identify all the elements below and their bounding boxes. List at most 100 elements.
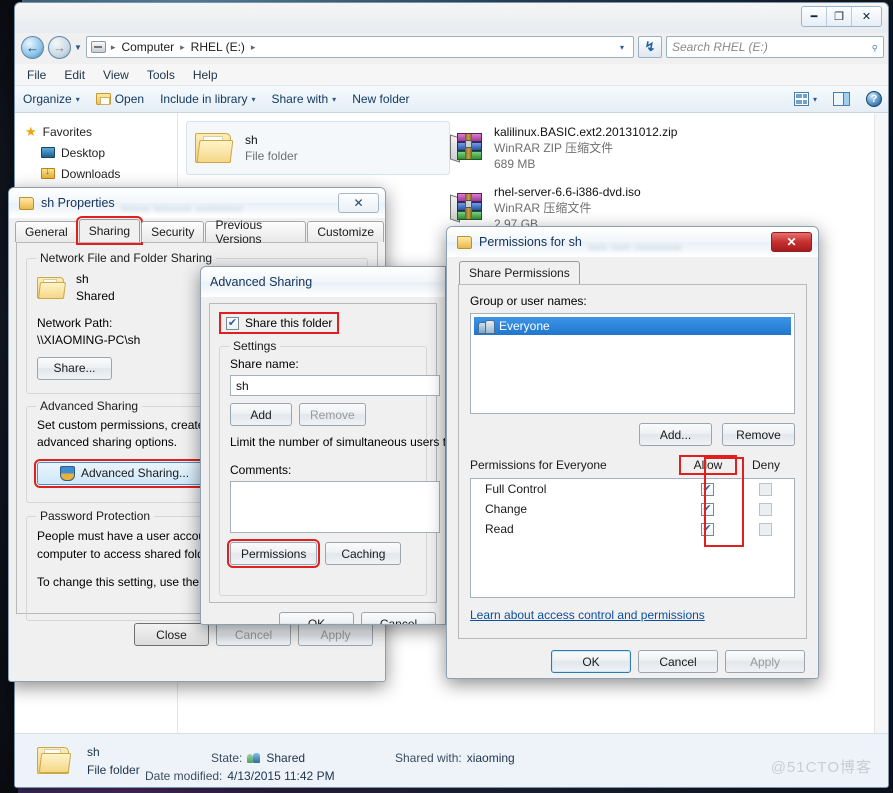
group-or-user-names-list[interactable]: Everyone bbox=[470, 313, 795, 414]
menu-help[interactable]: Help bbox=[193, 68, 218, 82]
minimize-button[interactable]: ━ bbox=[802, 7, 827, 26]
tab-previous-versions[interactable]: Previous Versions bbox=[205, 218, 307, 246]
table-row[interactable]: Read ✔ bbox=[471, 519, 794, 539]
share-name-label: Share name: bbox=[230, 357, 299, 371]
deny-read-checkbox[interactable] bbox=[736, 520, 794, 539]
star-icon: ★ bbox=[25, 123, 37, 139]
file-type: File folder bbox=[245, 149, 298, 163]
checkbox-checked-icon: ✔ bbox=[700, 482, 714, 496]
breadcrumb-rhel-e[interactable]: RHEL (E:) bbox=[188, 39, 248, 55]
help-icon: ? bbox=[866, 91, 882, 107]
tab-general[interactable]: General bbox=[15, 221, 78, 242]
menu-edit[interactable]: Edit bbox=[64, 68, 85, 82]
apply-button[interactable]: Apply bbox=[298, 623, 373, 646]
menu-tools[interactable]: Tools bbox=[147, 68, 175, 82]
folder-icon bbox=[457, 235, 472, 249]
settings-group: Settings Share name: sh Add Remove Limit… bbox=[219, 339, 445, 596]
help-button[interactable]: ? bbox=[866, 91, 882, 107]
menu-view[interactable]: View bbox=[103, 68, 129, 82]
file-name: kalilinux.BASIC.ext2.20131012.zip bbox=[494, 124, 678, 139]
sidebar-item-desktop[interactable]: Desktop bbox=[25, 142, 177, 163]
chevron-down-icon: ▾ bbox=[251, 94, 256, 104]
permissions-list[interactable]: Full Control ✔ Change ✔ Read ✔ bbox=[470, 457, 795, 598]
caching-button[interactable]: Caching bbox=[325, 542, 402, 565]
cancel-button[interactable]: Cancel bbox=[216, 623, 291, 646]
advanced-sharing-footer: OK Cancel bbox=[209, 612, 437, 624]
advanced-sharing-title: Advanced Sharing bbox=[210, 275, 313, 289]
preview-pane-button[interactable] bbox=[833, 92, 850, 106]
search-input[interactable]: Search RHEL (E:) ⌕ bbox=[666, 36, 884, 58]
back-button[interactable]: ← bbox=[21, 35, 44, 59]
change-view-button[interactable]: ▾ bbox=[793, 92, 817, 106]
cancel-button[interactable]: Cancel bbox=[638, 650, 718, 673]
menu-file[interactable]: File bbox=[27, 68, 46, 82]
advanced-sharing-titlebar: Advanced Sharing bbox=[201, 267, 445, 297]
include-in-library-button[interactable]: Include in library ▾ bbox=[160, 92, 255, 106]
allow-read-checkbox[interactable]: ✔ bbox=[678, 520, 736, 539]
organize-button[interactable]: Organize ▾ bbox=[23, 92, 80, 106]
comments-input[interactable] bbox=[230, 481, 440, 533]
address-chevron-down-icon[interactable]: ▾ bbox=[615, 43, 629, 52]
permissions-button[interactable]: Permissions bbox=[226, 539, 321, 568]
share-this-folder-checkbox[interactable]: ✔ Share this folder bbox=[219, 312, 340, 334]
sidebar-item-downloads[interactable]: Downloads bbox=[25, 163, 177, 184]
tab-customize[interactable]: Customize bbox=[307, 221, 384, 242]
learn-about-access-control-link[interactable]: Learn about access control and permissio… bbox=[470, 608, 705, 622]
allow-change-checkbox[interactable]: ✔ bbox=[678, 500, 736, 519]
deny-full-control-checkbox[interactable] bbox=[736, 480, 794, 499]
organize-label: Organize bbox=[23, 92, 72, 106]
allow-full-control-checkbox[interactable]: ✔ bbox=[678, 480, 736, 499]
tab-share-permissions[interactable]: Share Permissions bbox=[459, 261, 580, 284]
add-share-name-button[interactable]: Add bbox=[230, 403, 292, 426]
tab-security[interactable]: Security bbox=[141, 221, 205, 242]
list-item[interactable]: kalilinux.BASIC.ext2.20131012.zip WinRAR… bbox=[450, 121, 677, 175]
remove-principal-button[interactable]: Remove bbox=[722, 423, 795, 446]
search-icon: ⌕ bbox=[866, 38, 882, 55]
checkbox-checked-icon: ✔ bbox=[700, 502, 714, 516]
ok-button[interactable]: OK bbox=[551, 650, 631, 673]
share-button[interactable]: Share... bbox=[37, 356, 112, 380]
refresh-button[interactable]: ↯ bbox=[638, 36, 662, 58]
close-button[interactable]: Close bbox=[134, 623, 209, 646]
checkbox-checked-icon: ✔ bbox=[700, 522, 714, 536]
table-row[interactable]: Change ✔ bbox=[471, 499, 794, 519]
computer-icon bbox=[90, 41, 106, 53]
sidebar-item-favorites[interactable]: ★ Favorites bbox=[25, 121, 177, 142]
breadcrumb-computer[interactable]: Computer bbox=[118, 39, 177, 55]
add-principal-button[interactable]: Add... bbox=[639, 423, 712, 446]
advanced-sharing-body: ✔ Share this folder Settings Share name:… bbox=[201, 297, 445, 624]
details-shared-with-label: Shared with: bbox=[395, 751, 462, 765]
table-row[interactable]: Full Control ✔ bbox=[471, 479, 794, 499]
tab-sharing[interactable]: Sharing bbox=[75, 216, 144, 245]
details-date-label: Date modified: bbox=[145, 769, 223, 783]
comments-label: Comments: bbox=[230, 463, 292, 477]
advanced-sharing-button[interactable]: Advanced Sharing... bbox=[34, 458, 215, 488]
close-icon[interactable]: ✕ bbox=[338, 193, 379, 213]
share-name-value: sh bbox=[236, 378, 249, 393]
forward-button[interactable]: → bbox=[48, 35, 71, 59]
list-item[interactable]: sh File folder bbox=[186, 121, 450, 175]
shared-folder-state: Shared bbox=[76, 289, 115, 304]
share-name-input[interactable]: sh bbox=[230, 375, 440, 396]
close-button[interactable]: ✕ bbox=[852, 7, 881, 26]
share-permissions-panel: Group or user names: Everyone Add... Rem… bbox=[458, 284, 807, 639]
apply-button[interactable]: Apply bbox=[725, 650, 805, 673]
list-item-everyone[interactable]: Everyone bbox=[474, 317, 791, 335]
maximize-button[interactable]: ❐ bbox=[827, 7, 852, 26]
checkbox-unchecked-icon bbox=[758, 502, 772, 516]
file-name: sh bbox=[245, 132, 258, 147]
recent-pages-dropdown-icon[interactable]: ▼ bbox=[74, 43, 82, 52]
new-folder-button[interactable]: New folder bbox=[352, 92, 409, 106]
ok-button[interactable]: OK bbox=[279, 612, 354, 624]
share-with-button[interactable]: Share with ▾ bbox=[271, 92, 336, 106]
file-list-scrollbar[interactable] bbox=[874, 113, 888, 743]
cancel-button[interactable]: Cancel bbox=[361, 612, 436, 624]
password-protection-line-3: To change this setting, use the bbox=[37, 575, 203, 589]
address-bar[interactable]: ▸ Computer ▸ RHEL (E:) ▸ ▾ bbox=[85, 36, 634, 58]
deny-column-header: Deny bbox=[751, 458, 780, 472]
close-icon[interactable]: ✕ bbox=[771, 232, 812, 252]
deny-change-checkbox[interactable] bbox=[736, 500, 794, 519]
remove-share-name-button[interactable]: Remove bbox=[299, 403, 366, 426]
open-button[interactable]: Open bbox=[95, 92, 144, 106]
group-actions: Add... Remove bbox=[470, 423, 795, 446]
